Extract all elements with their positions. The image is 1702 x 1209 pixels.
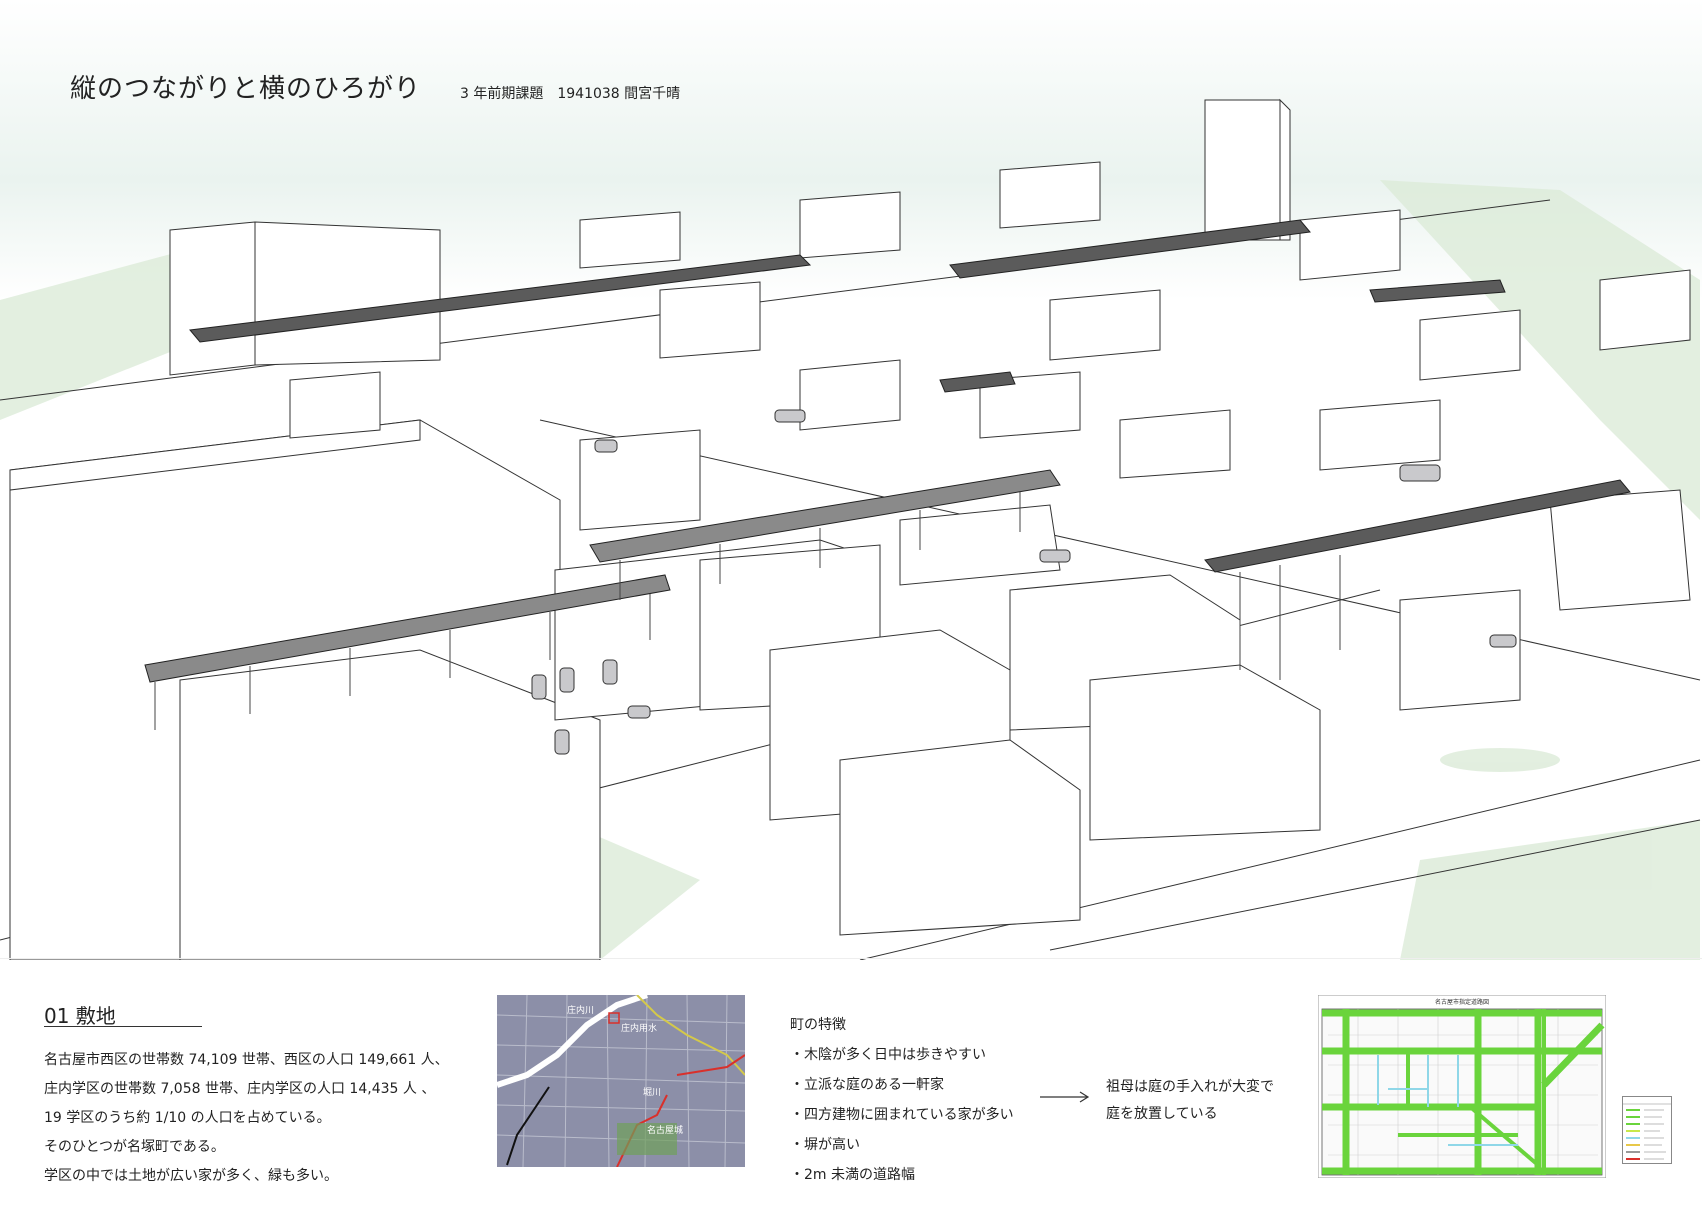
- feature-item: 2m 未満の道路幅: [790, 1160, 1014, 1190]
- site-axonometric-model: [0, 98, 1701, 960]
- site-description-line: 名古屋市西区の世帯数 74,109 世帯、西区の人口 149,661 人、: [44, 1052, 449, 1068]
- location-map: 庄内川 庄内用水 堀川 名古屋城: [497, 995, 745, 1167]
- consequence-line: 祖母は庭の手入れが大変で: [1106, 1079, 1274, 1095]
- map-label-nagoya-castle: 名古屋城: [647, 1124, 683, 1136]
- page-title: 縦のつながりと横のひろがり: [70, 74, 422, 104]
- site-heading-underline: [44, 1026, 202, 1027]
- map-label-shonai-river: 庄内川: [567, 1004, 594, 1016]
- divider: [0, 958, 1702, 959]
- feature-item: 四方建物に囲まれている家が多い: [790, 1100, 1014, 1130]
- page-subtitle: 3 年前期課題 1941038 間宮千晴: [460, 86, 681, 102]
- consequence-line: 庭を放置している: [1106, 1106, 1218, 1122]
- feature-item: 立派な庭のある一軒家: [790, 1070, 1014, 1100]
- map-label-shonai-canal: 庄内用水: [621, 1022, 657, 1034]
- site-description-line: 19 学区のうち約 1/10 の人口を占めている。: [44, 1110, 331, 1126]
- site-description-line: 学区の中では土地が広い家が多く、緑も多い。: [44, 1168, 338, 1184]
- features-list: 木陰が多く日中は歩きやすい 立派な庭のある一軒家 四方建物に囲まれている家が多い…: [790, 1040, 1014, 1190]
- consequence-text: 祖母は庭の手入れが大変で 庭を放置している: [1106, 1074, 1274, 1128]
- feature-item: 塀が高い: [790, 1130, 1014, 1160]
- road-map-title: 名古屋市指定道路図: [1435, 998, 1489, 1006]
- designated-road-map: 名古屋市指定道路図: [1318, 995, 1606, 1178]
- road-map-legend: [1622, 1096, 1672, 1164]
- map-label-horikawa: 堀川: [643, 1087, 661, 1098]
- arrow-right-icon: [1040, 1091, 1090, 1103]
- features-title: 町の特徴: [790, 1017, 846, 1033]
- site-description-line: 庄内学区の世帯数 7,058 世帯、庄内学区の人口 14,435 人 、: [44, 1081, 436, 1097]
- site-section-heading: 01 敷地: [44, 1004, 116, 1028]
- site-description-line: そのひとつが名塚町である。: [44, 1139, 225, 1155]
- site-description: 名古屋市西区の世帯数 74,109 世帯、西区の人口 149,661 人、 庄内…: [44, 1046, 449, 1191]
- feature-item: 木陰が多く日中は歩きやすい: [790, 1040, 1014, 1070]
